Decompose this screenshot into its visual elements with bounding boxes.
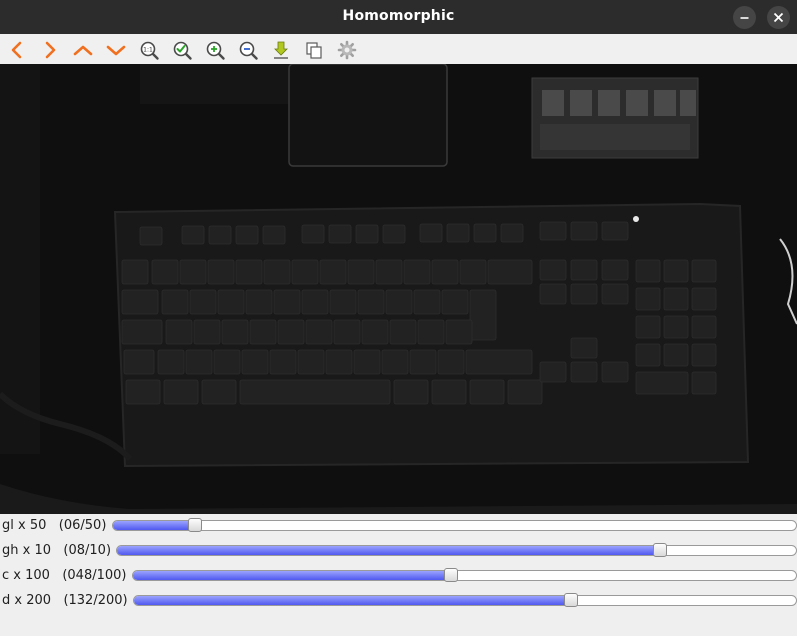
zoom-out-button[interactable]	[237, 39, 259, 61]
title-bar: Homomorphic	[0, 0, 797, 34]
trackbar-gl: gl x 50 (06/50)	[0, 514, 797, 539]
keyboard-photo	[0, 64, 797, 514]
trackbar-c: c x 100 (048/100)	[0, 564, 797, 589]
trackbar-gl-track[interactable]	[112, 518, 797, 532]
trackbar-panel: gl x 50 (06/50) gh x 10 (08/10) c x 100 …	[0, 514, 797, 636]
chevron-right-icon	[45, 41, 56, 59]
trackbar-gh-handle[interactable]	[653, 543, 668, 557]
chevron-left-icon	[11, 41, 22, 59]
trackbar-d-handle[interactable]	[563, 593, 578, 607]
trackbar-c-label: c x 100 (048/100)	[2, 568, 127, 583]
trackbar-gl-handle[interactable]	[187, 518, 202, 532]
minimize-icon	[740, 17, 749, 19]
trackbar-gh-track[interactable]	[116, 543, 797, 557]
save-button[interactable]	[270, 39, 292, 61]
trackbar-d: d x 200 (132/200)	[0, 589, 797, 614]
pan-up-button[interactable]	[72, 39, 94, 61]
trackbar-d-label: d x 200 (132/200)	[2, 593, 128, 608]
close-button[interactable]	[767, 6, 790, 29]
svg-text:1:1: 1:1	[143, 47, 153, 54]
copy-button[interactable]	[303, 39, 325, 61]
camera-image	[0, 64, 797, 514]
zoom-fit-icon	[173, 41, 192, 60]
trackbar-gh: gh x 10 (08/10)	[0, 539, 797, 564]
trackbar-c-track[interactable]	[132, 568, 797, 582]
trackbar-d-track[interactable]	[133, 593, 797, 607]
zoom-out-icon	[239, 41, 258, 60]
close-icon	[773, 12, 784, 23]
trackbar-gl-label: gl x 50 (06/50)	[2, 518, 107, 533]
gear-icon	[337, 40, 357, 60]
chevron-down-icon	[106, 45, 126, 56]
window-title: Homomorphic	[342, 8, 455, 24]
chevron-up-icon	[73, 45, 93, 56]
zoom-original-button[interactable]: 1:1	[138, 39, 160, 61]
zoom-in-button[interactable]	[204, 39, 226, 61]
pan-left-button[interactable]	[6, 39, 28, 61]
trackbar-gl-fill	[113, 521, 195, 530]
trackbar-gh-label: gh x 10 (08/10)	[2, 543, 112, 558]
pan-right-button[interactable]	[39, 39, 61, 61]
minimize-button[interactable]	[733, 6, 756, 29]
zoom-original-icon: 1:1	[140, 41, 159, 60]
trackbar-d-fill	[134, 596, 571, 605]
zoom-fit-button[interactable]	[171, 39, 193, 61]
copy-icon	[306, 42, 322, 59]
trackbar-gh-fill	[117, 546, 661, 555]
toolbar: 1:1	[0, 34, 797, 65]
properties-button[interactable]	[336, 39, 358, 61]
trackbar-c-fill	[133, 571, 452, 580]
save-download-icon	[274, 41, 288, 59]
pan-down-button[interactable]	[105, 39, 127, 61]
trackbar-c-handle[interactable]	[444, 568, 459, 582]
zoom-in-icon	[206, 41, 225, 60]
